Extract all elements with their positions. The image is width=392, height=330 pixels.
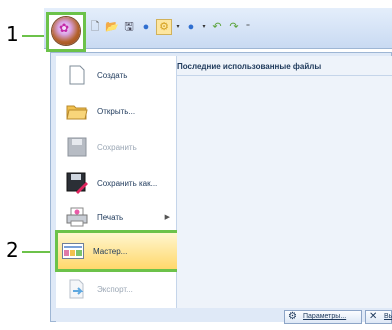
callout-number-1: 1 [6, 22, 19, 46]
exit-label: Вы [384, 313, 392, 320]
print-icon [65, 205, 89, 229]
submenu-arrow-icon: ▶ [164, 214, 170, 221]
menu-item-label: Открыть... [97, 106, 136, 116]
menu-item-open[interactable]: Открыть... [62, 96, 174, 126]
exit-button[interactable]: ✕ Вы [365, 310, 392, 324]
menu-item-create[interactable]: Создать [62, 60, 174, 90]
settings-icon[interactable]: ⚙ [156, 19, 172, 35]
menu-item-label: Экспорт... [97, 284, 133, 294]
menu-item-label: Печать [97, 212, 124, 222]
redo-icon[interactable]: ↷ [227, 20, 241, 34]
open-icon[interactable]: 📂 [105, 20, 119, 34]
chevron-down-icon[interactable]: ▾ [175, 20, 181, 34]
close-icon: ✕ [369, 311, 378, 322]
save-icon[interactable]: 🖫 [122, 20, 136, 34]
recent-files-panel: Последние использованные файлы [177, 56, 392, 308]
app-menu-orb-icon: ✿ [59, 21, 70, 35]
export-icon [65, 277, 89, 301]
parameters-label: Параметры... [303, 313, 347, 320]
menu-item-master[interactable]: Мастер... [58, 236, 170, 266]
app-menu-button[interactable]: ✿ [52, 17, 80, 45]
menu-item-label: Создать [97, 70, 128, 80]
parameters-button[interactable]: ⚙ Параметры... [284, 310, 362, 324]
menu-item-save-as[interactable]: Сохранить как... [62, 168, 174, 198]
quick-access-toolbar: 🗋 📂 🖫 ● ⚙ ▾ ● ▾ ↶ ↷ ⁼ [88, 18, 252, 36]
wizard-icon [61, 239, 85, 263]
menu-item-label: Сохранить [97, 142, 137, 152]
recent-files-title: Последние использованные файлы [177, 59, 392, 76]
undo-icon[interactable]: ↶ [210, 20, 224, 34]
customize-icon[interactable]: ⁼ [244, 20, 252, 34]
save-icon [65, 135, 89, 159]
gear-icon: ⚙ [288, 311, 297, 322]
menu-item-label: Мастер... [93, 246, 128, 256]
menu-item-print[interactable]: Печать ▶ [62, 202, 174, 232]
new-icon[interactable]: 🗋 [88, 20, 102, 34]
chevron-down-icon[interactable]: ▾ [201, 20, 207, 34]
circle-icon[interactable]: ● [139, 20, 153, 34]
menu-item-save[interactable]: Сохранить [62, 132, 174, 162]
callout-number-2: 2 [6, 238, 19, 262]
menu-item-label: Сохранить как... [97, 178, 158, 188]
menu-item-export[interactable]: Экспорт... [62, 274, 174, 304]
save-as-icon [65, 171, 89, 195]
new-document-icon [65, 63, 89, 87]
open-folder-icon [65, 99, 89, 123]
color-icon[interactable]: ● [184, 20, 198, 34]
